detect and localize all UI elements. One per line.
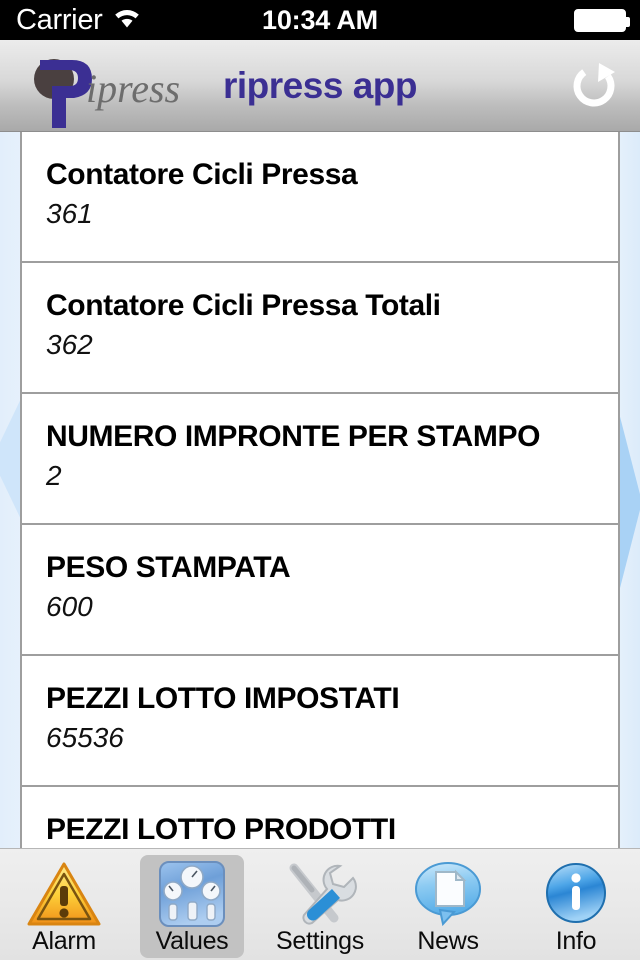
- list-item[interactable]: PEZZI LOTTO IMPOSTATI 65536: [22, 656, 618, 787]
- status-bar: Carrier 10:34 AM: [0, 0, 640, 40]
- list-item-title: Contatore Cicli Pressa Totali: [46, 289, 441, 322]
- clock-label: 10:34 AM: [262, 4, 378, 35]
- tab-label: Values: [155, 927, 229, 955]
- app-screen: Carrier 10:34 AM ipress ripress app Cont…: [0, 0, 640, 960]
- list-item-value: 65536: [46, 721, 124, 753]
- list-item-value: 361: [46, 197, 93, 229]
- navigation-bar: ipress ripress app: [0, 40, 640, 132]
- tab-label: News: [417, 927, 479, 955]
- list-item-value: 362: [46, 328, 93, 360]
- list-item[interactable]: Contatore Cicli Pressa Totali 362: [22, 263, 618, 394]
- refresh-icon: [569, 61, 619, 116]
- list-item-title: PEZZI LOTTO IMPOSTATI: [46, 682, 400, 715]
- list-item-value: 2: [46, 459, 62, 491]
- list-item-title: Contatore Cicli Pressa: [46, 158, 358, 191]
- tools-wrench-screwdriver-icon: [281, 859, 359, 929]
- page-title: ripress app: [223, 65, 417, 106]
- gauges-panel-icon: [153, 859, 231, 929]
- info-circle-icon: [537, 859, 615, 929]
- battery-icon: [574, 9, 630, 32]
- tab-label: Settings: [276, 927, 364, 955]
- tab-bar: Alarm Values Settings News Info: [0, 848, 640, 960]
- list-item[interactable]: Contatore Cicli Pressa 361: [22, 132, 618, 263]
- warning-triangle-icon: [25, 859, 103, 929]
- tab-alarm[interactable]: Alarm: [0, 849, 128, 960]
- refresh-button[interactable]: [566, 60, 622, 116]
- tab-label: Alarm: [32, 927, 96, 955]
- list-item-value: 600: [46, 590, 93, 622]
- list-item-title: PEZZI LOTTO PRODOTTI: [46, 813, 396, 846]
- tab-news[interactable]: News: [384, 849, 512, 960]
- list-item[interactable]: PEZZI LOTTO PRODOTTI: [22, 787, 618, 848]
- tab-settings[interactable]: Settings: [256, 849, 384, 960]
- list-item[interactable]: PESO STAMPATA 600: [22, 525, 618, 656]
- tab-label: Info: [555, 927, 597, 955]
- list-item[interactable]: NUMERO IMPRONTE PER STAMPO 2: [22, 394, 618, 525]
- values-list[interactable]: Contatore Cicli Pressa 361 Contatore Cic…: [20, 132, 620, 848]
- speech-bubble-document-icon: [409, 859, 487, 929]
- tab-info[interactable]: Info: [512, 849, 640, 960]
- values-list-container[interactable]: Contatore Cicli Pressa 361 Contatore Cic…: [0, 132, 640, 848]
- tab-values[interactable]: Values: [128, 849, 256, 960]
- list-item-title: PESO STAMPATA: [46, 551, 291, 584]
- list-item-title: NUMERO IMPRONTE PER STAMPO: [46, 420, 541, 453]
